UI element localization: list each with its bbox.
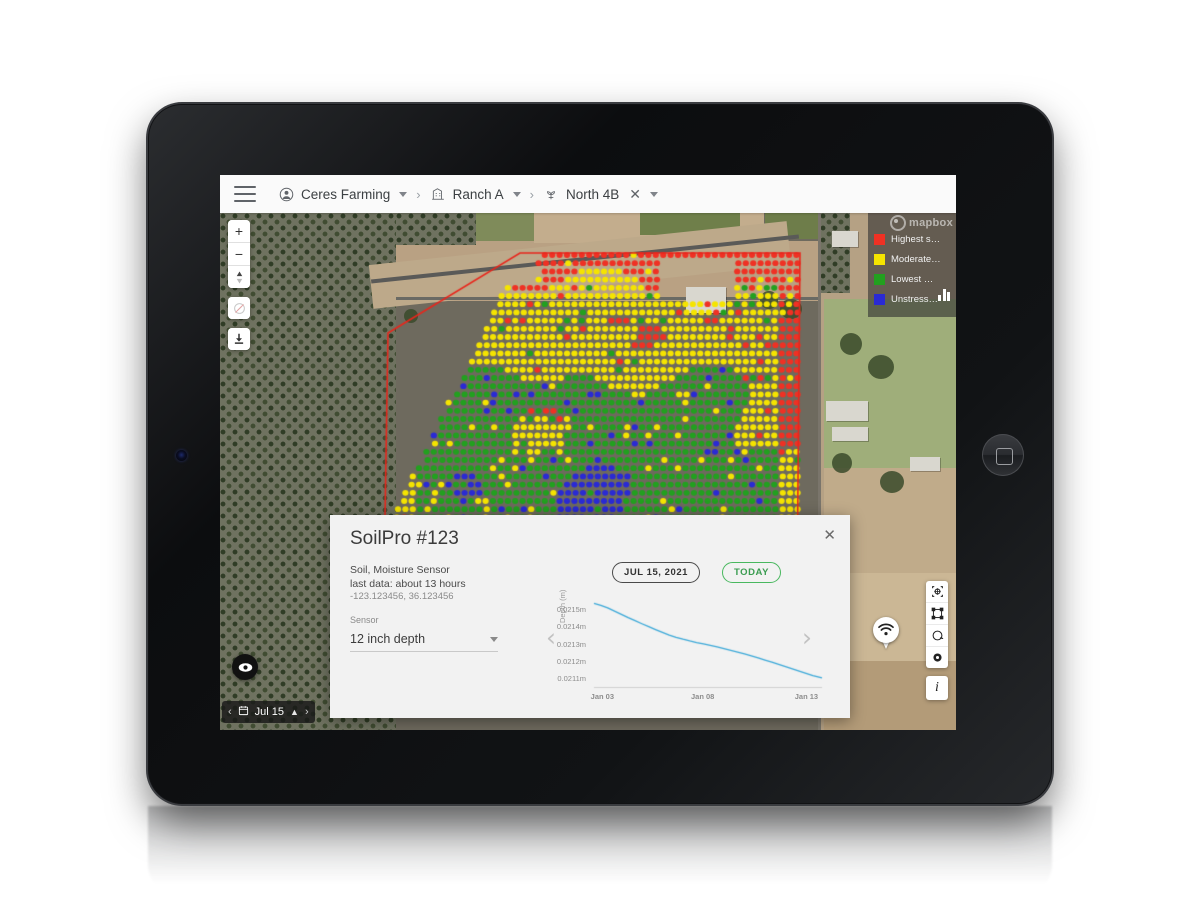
coordinates-text: -123.123456, 36.123456: [350, 591, 454, 602]
mapbox-label: mapbox: [909, 217, 953, 229]
chevron-down-icon: [490, 636, 498, 642]
legend-item-moderate[interactable]: Moderate…: [868, 249, 956, 269]
bar-chart-icon[interactable]: [938, 288, 950, 301]
breadcrumb-caret-org[interactable]: [399, 191, 408, 197]
info-button-group: i: [926, 676, 948, 700]
sensor-field-label: Sensor: [350, 615, 379, 625]
home-button[interactable]: [982, 434, 1024, 476]
date-bar-label: Jul 15: [254, 706, 285, 718]
download-icon[interactable]: [228, 328, 250, 350]
today-pill-button[interactable]: TODAY: [722, 562, 781, 583]
chart-y-tick: 0.0212m: [556, 656, 586, 666]
legend-item-lowest[interactable]: Lowest …: [868, 269, 956, 289]
breadcrumb-separator-1: ›: [416, 186, 421, 202]
date-next-button[interactable]: ›: [305, 706, 309, 718]
legend-swatch-highest: [874, 233, 885, 245]
compass-icon[interactable]: [228, 266, 250, 288]
legend-swatch-lowest: [874, 273, 885, 285]
top-app-bar: Ceres Farming › Ranch A › North 4B ✕: [220, 175, 956, 213]
legend-item-highest[interactable]: Highest s…: [868, 229, 956, 249]
depth-time-chart: 0.0215m 0.0214m 0.0213m 0.0212m 0.0211m Jan …: [542, 595, 834, 705]
download-group: [228, 328, 250, 350]
polygon-tool-icon[interactable]: [926, 603, 948, 625]
front-camera: [176, 450, 187, 461]
zoom-in-button[interactable]: +: [228, 220, 250, 243]
chart-x-tick: Jan 13: [794, 692, 819, 701]
date-prev-button[interactable]: ‹: [228, 706, 232, 718]
map-tool-group: [926, 581, 948, 668]
zoom-control-group: + −: [228, 220, 250, 288]
sensor-pin-2[interactable]: [873, 617, 899, 651]
sensor-type-line: Soil, Moisture Sensor: [350, 564, 450, 576]
close-icon[interactable]: ✕: [823, 528, 836, 543]
sensor-select[interactable]: 12 inch depth: [350, 627, 498, 652]
chart-y-tick: 0.0215m: [556, 604, 586, 614]
breadcrumb-label-ranch[interactable]: Ranch A: [453, 187, 504, 202]
mapbox-attribution[interactable]: mapbox: [890, 215, 953, 231]
legend-label-lowest: Lowest …: [891, 273, 934, 285]
compass-slash-group: [228, 297, 250, 319]
legend-label-highest: Highest s…: [891, 233, 941, 245]
zoom-out-button[interactable]: −: [228, 243, 250, 266]
page-title: SoilPro #123: [350, 528, 459, 549]
sensor-type-text: Soil, Moisture Sensor last data: about 1…: [350, 563, 466, 591]
home-square-icon: [995, 447, 1013, 465]
legend-swatch-unstressed: [874, 293, 885, 305]
chart-y-tick: 0.0214m: [556, 622, 586, 632]
calendar-icon: [238, 705, 249, 719]
mapbox-logo-icon: [890, 215, 907, 231]
point-tool-icon[interactable]: [926, 647, 948, 668]
plant-icon: [543, 186, 559, 202]
breadcrumb-label-org[interactable]: Ceres Farming: [301, 187, 390, 202]
map-controls: + −: [228, 220, 250, 359]
legend-swatch-moderate: [874, 253, 885, 265]
breadcrumb-caret-ranch[interactable]: [512, 191, 521, 197]
screenshot-root: Ceres Farming › Ranch A › North 4B ✕ + −…: [0, 0, 1200, 900]
chart-x-tick: Jan 08: [691, 692, 715, 701]
sensor-detail-card: ✕ SoilPro #123 Soil, Moisture Sensor las…: [330, 515, 850, 718]
hamburger-icon[interactable]: [234, 186, 256, 202]
compass-slash-icon[interactable]: [228, 297, 250, 319]
wifi-icon: [878, 623, 894, 636]
breadcrumb-close-icon[interactable]: ✕: [629, 187, 641, 201]
account-circle-icon: [278, 186, 294, 202]
chart-y-tick: 0.0213m: [556, 639, 586, 649]
lasso-tool-icon[interactable]: [926, 625, 948, 647]
date-button-row: JUL 15, 2021 TODAY: [612, 562, 781, 583]
select-tool-icon[interactable]: [926, 581, 948, 603]
last-data-line: last data: about 13 hours: [350, 578, 466, 590]
breadcrumb: Ceres Farming › Ranch A › North 4B ✕: [278, 186, 659, 202]
breadcrumb-caret-field[interactable]: [650, 191, 659, 197]
sensor-select-value: 12 inch depth: [350, 632, 426, 646]
eye-icon[interactable]: [232, 654, 258, 680]
chart-x-tick: Jan 03: [590, 692, 615, 701]
date-bar: ‹ Jul 15 ▲ ›: [222, 701, 315, 723]
breadcrumb-label-field[interactable]: North 4B: [566, 187, 619, 202]
building-icon: [430, 186, 446, 202]
tablet-screen: Ceres Farming › Ranch A › North 4B ✕ + −…: [220, 175, 956, 730]
device-reflection: [148, 806, 1052, 898]
info-button[interactable]: i: [926, 676, 948, 700]
legend-label-moderate: Moderate…: [891, 253, 941, 265]
date-pill-button[interactable]: JUL 15, 2021: [612, 562, 700, 583]
chart-y-tick: 0.0211m: [557, 674, 586, 684]
date-expand-icon[interactable]: ▲: [290, 707, 299, 717]
map-legend: mapbox Highest s… Moderate… Lowest … Uns…: [868, 213, 956, 317]
legend-label-unstressed: Unstress…: [891, 293, 938, 305]
map-tools: i: [926, 581, 948, 708]
breadcrumb-separator-2: ›: [529, 186, 535, 202]
